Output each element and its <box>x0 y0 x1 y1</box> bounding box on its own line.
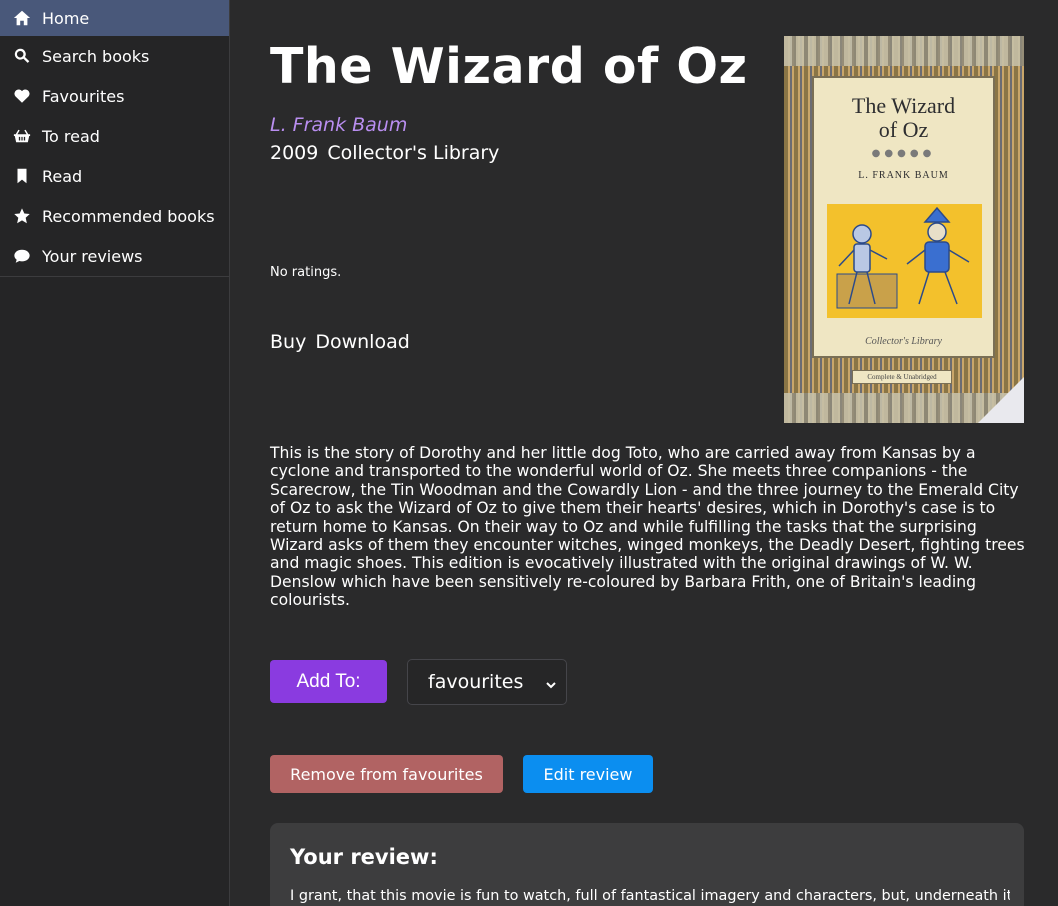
list-select-value: favourites <box>428 671 524 693</box>
book-description: This is the story of Dorothy and her lit… <box>270 444 1025 610</box>
cover-title: The Wizard of Oz <box>814 94 993 142</box>
search-icon <box>12 46 32 66</box>
sidebar-item-label: Home <box>42 8 90 28</box>
sidebar-nav: Home Search books Favourites To read Rea… <box>0 0 229 277</box>
home-icon <box>12 8 32 28</box>
sidebar-item-favourites[interactable]: Favourites <box>0 76 229 116</box>
book-author[interactable]: L. Frank Baum <box>270 114 407 136</box>
cover-top-band <box>784 36 1024 66</box>
book-year: 2009 <box>270 142 319 164</box>
ratings-text: No ratings. <box>270 265 342 280</box>
book-edition: 2009 Collector's Library <box>270 142 499 164</box>
download-link[interactable]: Download <box>315 331 409 353</box>
chevron-down-icon <box>544 675 558 689</box>
cover-ornament: ●●●●● <box>871 148 936 159</box>
book-publisher: Collector's Library <box>327 142 500 164</box>
list-select[interactable]: favourites <box>407 659 567 705</box>
cover-author: L. FRANK BAUM <box>858 170 949 181</box>
remove-from-favourites-button[interactable]: Remove from favourites <box>270 755 503 793</box>
review-card: Your review: I grant, that this movie is… <box>270 823 1024 906</box>
book-cover-image: The Wizard of Oz ●●●●● L. FRANK BAUM Col… <box>784 36 1024 423</box>
sidebar-item-search-books[interactable]: Search books <box>0 36 229 76</box>
comment-icon <box>12 246 32 266</box>
review-text: I grant, that this movie is fun to watch… <box>290 888 1010 904</box>
star-icon <box>12 206 32 226</box>
basket-icon <box>12 126 32 146</box>
sidebar-item-label: Favourites <box>42 86 125 106</box>
sidebar-item-label: Your reviews <box>42 246 143 266</box>
sidebar-item-label: Read <box>42 166 83 186</box>
sidebar-item-recommended-books[interactable]: Recommended books <box>0 196 229 236</box>
sidebar-item-your-reviews[interactable]: Your reviews <box>0 236 229 276</box>
sidebar-item-home[interactable]: Home <box>0 0 229 36</box>
buy-link[interactable]: Buy <box>270 331 306 353</box>
review-heading: Your review: <box>290 845 438 869</box>
cover-panel: The Wizard of Oz ●●●●● L. FRANK BAUM Col… <box>812 76 995 358</box>
sidebar-item-to-read[interactable]: To read <box>0 116 229 156</box>
purchase-links: Buy Download <box>270 331 410 353</box>
book-title: The Wizard of Oz <box>270 38 748 95</box>
cover-series: Collector's Library <box>865 336 942 347</box>
bookmark-icon <box>12 166 32 186</box>
cover-illustration <box>827 204 982 318</box>
add-to-button[interactable]: Add To: <box>270 660 387 703</box>
edit-review-button[interactable]: Edit review <box>523 755 653 793</box>
sidebar: Home Search books Favourites To read Rea… <box>0 0 230 906</box>
sidebar-item-label: Search books <box>42 46 150 66</box>
sidebar-item-label: To read <box>42 126 100 146</box>
cover-title-line2: of Oz <box>878 117 929 142</box>
page-curl <box>978 377 1024 423</box>
cover-title-line1: The Wizard <box>851 93 956 118</box>
cover-tag: Complete & Unabridged <box>852 370 952 384</box>
sidebar-item-read[interactable]: Read <box>0 156 229 196</box>
heart-icon <box>12 86 32 106</box>
sidebar-item-label: Recommended books <box>42 206 215 226</box>
